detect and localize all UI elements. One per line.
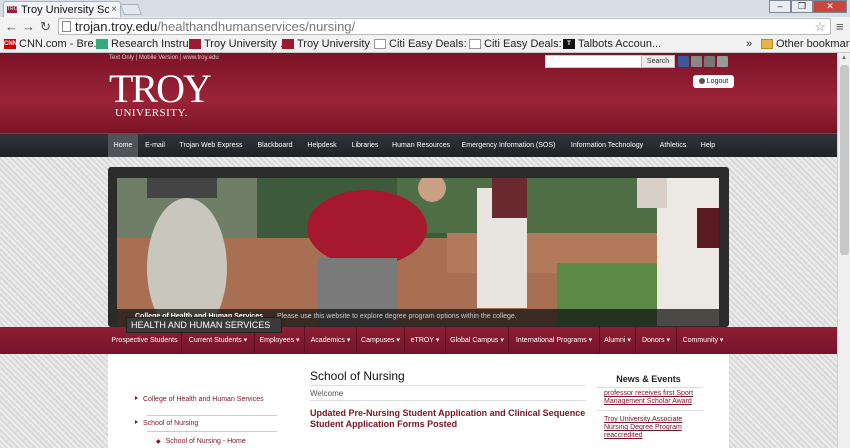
caption-text: Please use this website to explore degre… [277,313,517,320]
sidebar-heading: HEALTH AND HUMAN SERVICES [126,317,282,333]
diamond-bullet-icon: ◆ [156,439,161,445]
slideshow-image[interactable] [117,178,719,326]
page-icon [469,39,481,49]
browser-titlebar: TROY Troy University Scho × – ❐ ✕ [0,0,850,17]
bookmark-item[interactable]: Troy University ... [282,37,382,51]
sidebar-item-nursing[interactable]: School of Nursing [135,420,275,428]
subnav-academics[interactable]: Academics ▾ [305,327,357,354]
scrollbar-thumb[interactable] [840,65,849,255]
browser-tab[interactable]: TROY Troy University Scho × [3,1,121,17]
url-path: /healthandhumanservices/nursing/ [157,19,356,34]
troy-icon [282,39,294,49]
folder-icon [761,39,773,49]
news-item[interactable]: Troy University Associate Nursing Degree… [604,416,704,440]
subnav-alumni[interactable]: Alumni ▾ [600,327,636,354]
maximize-button[interactable]: ❐ [791,0,813,13]
forward-arrow-icon[interactable]: → [22,19,35,34]
research-icon [96,39,108,49]
troy-icon [189,39,201,49]
sidebar-item-nursing-home[interactable]: ◆ School of Nursing - Home [156,438,286,446]
back-arrow-icon[interactable]: ← [5,19,18,34]
reload-icon[interactable]: ↻ [40,19,51,34]
subnav-international-programs[interactable]: International Programs ▾ [509,327,600,354]
subnav-campuses[interactable]: Campuses ▾ [357,327,405,354]
welcome-text: Welcome [310,389,344,398]
subnav-donors[interactable]: Donors ▾ [636,327,677,354]
troy-favicon-icon: TROY [7,6,21,13]
page-title: School of Nursing [310,369,405,383]
bookmark-item[interactable]: T Talbots Accoun... [563,37,661,51]
divider [310,400,586,401]
bookmark-item[interactable]: Research Instru... [96,37,198,51]
other-bookmarks[interactable]: Other bookmarks [761,37,850,51]
bookmark-star-icon[interactable]: ☆ [814,19,826,34]
minimize-button[interactable]: – [769,0,791,13]
news-heading: News & Events [596,374,701,388]
tab-title: Troy University Scho [21,3,110,16]
bullet-icon [135,420,138,424]
divider [597,410,703,411]
sidebar-item-college[interactable]: College of Health and Human Services [135,396,275,404]
tab-close-icon[interactable]: × [111,4,120,15]
page-icon [374,39,386,49]
scroll-up-icon[interactable]: ▲ [841,55,847,61]
content-layer: College of Health and Human Services Ple… [0,53,837,448]
address-bar[interactable]: trojan.troy.edu/healthandhumanservices/n… [58,18,831,35]
subnav-etroy[interactable]: eTROY ▾ [405,327,446,354]
bookmark-item[interactable]: CNN CNN.com - Bre... [4,37,103,51]
bookmarks-overflow[interactable]: » [746,37,752,51]
menu-icon[interactable]: ≡ [836,19,844,34]
subnav-global-campus[interactable]: Global Campus ▾ [446,327,509,354]
bookmarks-bar: CNN CNN.com - Bre... Research Instru... T… [0,36,850,53]
page-scrollbar[interactable]: ▲ [837,53,850,448]
news-panel: News & Events [596,374,701,388]
divider [147,431,277,432]
cnn-icon: CNN [4,39,17,49]
talbots-icon: T [563,39,575,49]
bookmark-item[interactable]: Citi Easy Deals: ... [469,37,574,51]
bookmark-item[interactable]: Citi Easy Deals: ... [374,37,479,51]
subnav-community[interactable]: Community ▾ [677,327,729,354]
browser-toolbar: ← → ↻ trojan.troy.edu/healthandhumanserv… [0,17,850,36]
baseball-photo [117,178,719,326]
page-icon [62,21,71,32]
bullet-icon [135,396,138,400]
headline-link[interactable]: Updated Pre-Nursing Student Application … [310,408,586,430]
new-tab-button[interactable] [119,4,143,15]
url-domain: trojan.troy.edu [75,19,158,34]
divider [310,385,586,386]
divider [147,415,277,416]
news-item[interactable]: professor receives first Sport Managemen… [604,390,704,406]
bookmark-item[interactable]: Troy University ... [189,37,289,51]
close-window-button[interactable]: ✕ [813,0,847,13]
